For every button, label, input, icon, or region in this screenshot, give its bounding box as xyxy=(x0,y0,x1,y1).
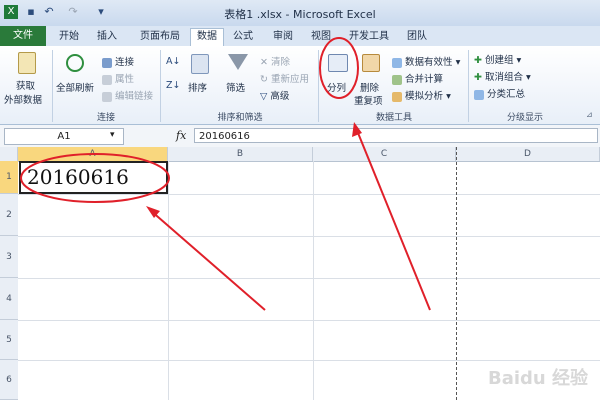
annotation-overlay xyxy=(20,37,431,311)
annotation-arrow-cell xyxy=(149,209,266,311)
annotation-arrow-button xyxy=(355,127,431,311)
annotation-ellipse-cell xyxy=(20,153,170,203)
annotation-ellipse-text-to-columns xyxy=(319,37,359,99)
annotation-arrowhead-button xyxy=(352,122,362,137)
